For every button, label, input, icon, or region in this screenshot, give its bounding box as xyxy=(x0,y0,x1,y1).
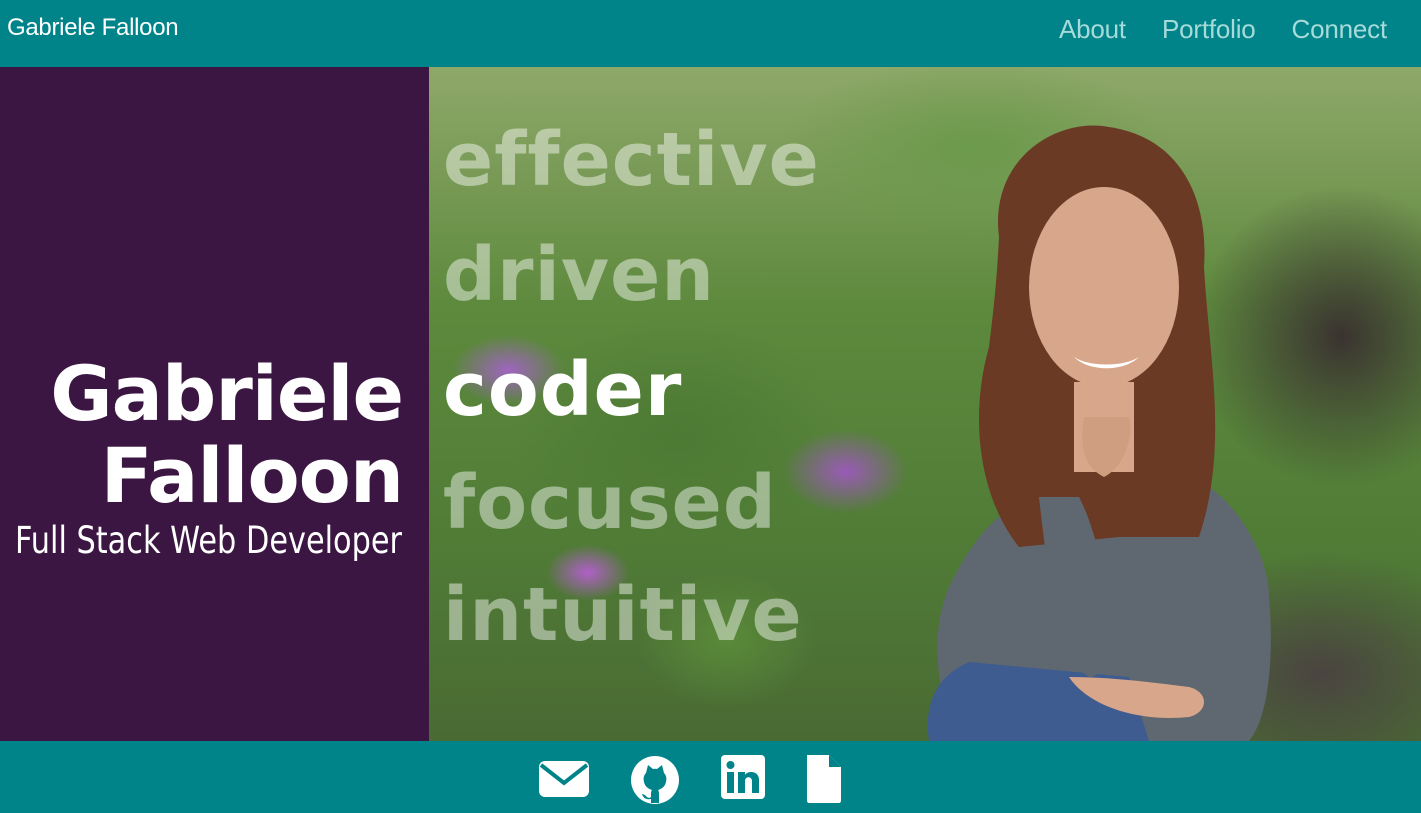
brand-link[interactable]: Gabriele Falloon xyxy=(7,14,179,42)
linkedin-icon[interactable] xyxy=(721,755,765,801)
hero-section: Gabriele Falloon Full Stack Web Develope… xyxy=(0,67,1421,741)
nav-links: About Portfolio Connect xyxy=(1059,14,1387,45)
word-effective: effective xyxy=(443,117,820,203)
hero-name: Gabriele Falloon xyxy=(50,349,404,520)
nav-link-about[interactable]: About xyxy=(1059,14,1126,45)
nav-link-portfolio[interactable]: Portfolio xyxy=(1162,14,1256,45)
hero-name-panel: Gabriele Falloon Full Stack Web Develope… xyxy=(0,67,429,741)
word-intuitive: intuitive xyxy=(443,572,803,658)
word-coder: coder xyxy=(443,347,683,433)
hero-first-name: Gabriele xyxy=(50,349,404,438)
document-icon[interactable] xyxy=(805,755,843,803)
github-icon[interactable] xyxy=(630,755,680,804)
word-focused: focused xyxy=(443,460,777,546)
hero-subtitle: Full Stack Web Developer xyxy=(15,519,403,562)
navbar: Gabriele Falloon About Portfolio Connect xyxy=(0,0,1421,67)
envelope-icon[interactable] xyxy=(538,755,590,801)
hero-last-name: Falloon xyxy=(100,431,404,520)
nav-link-connect[interactable]: Connect xyxy=(1292,14,1388,45)
portrait-photo xyxy=(927,125,1271,741)
footer xyxy=(0,741,1421,813)
word-driven: driven xyxy=(443,232,715,318)
